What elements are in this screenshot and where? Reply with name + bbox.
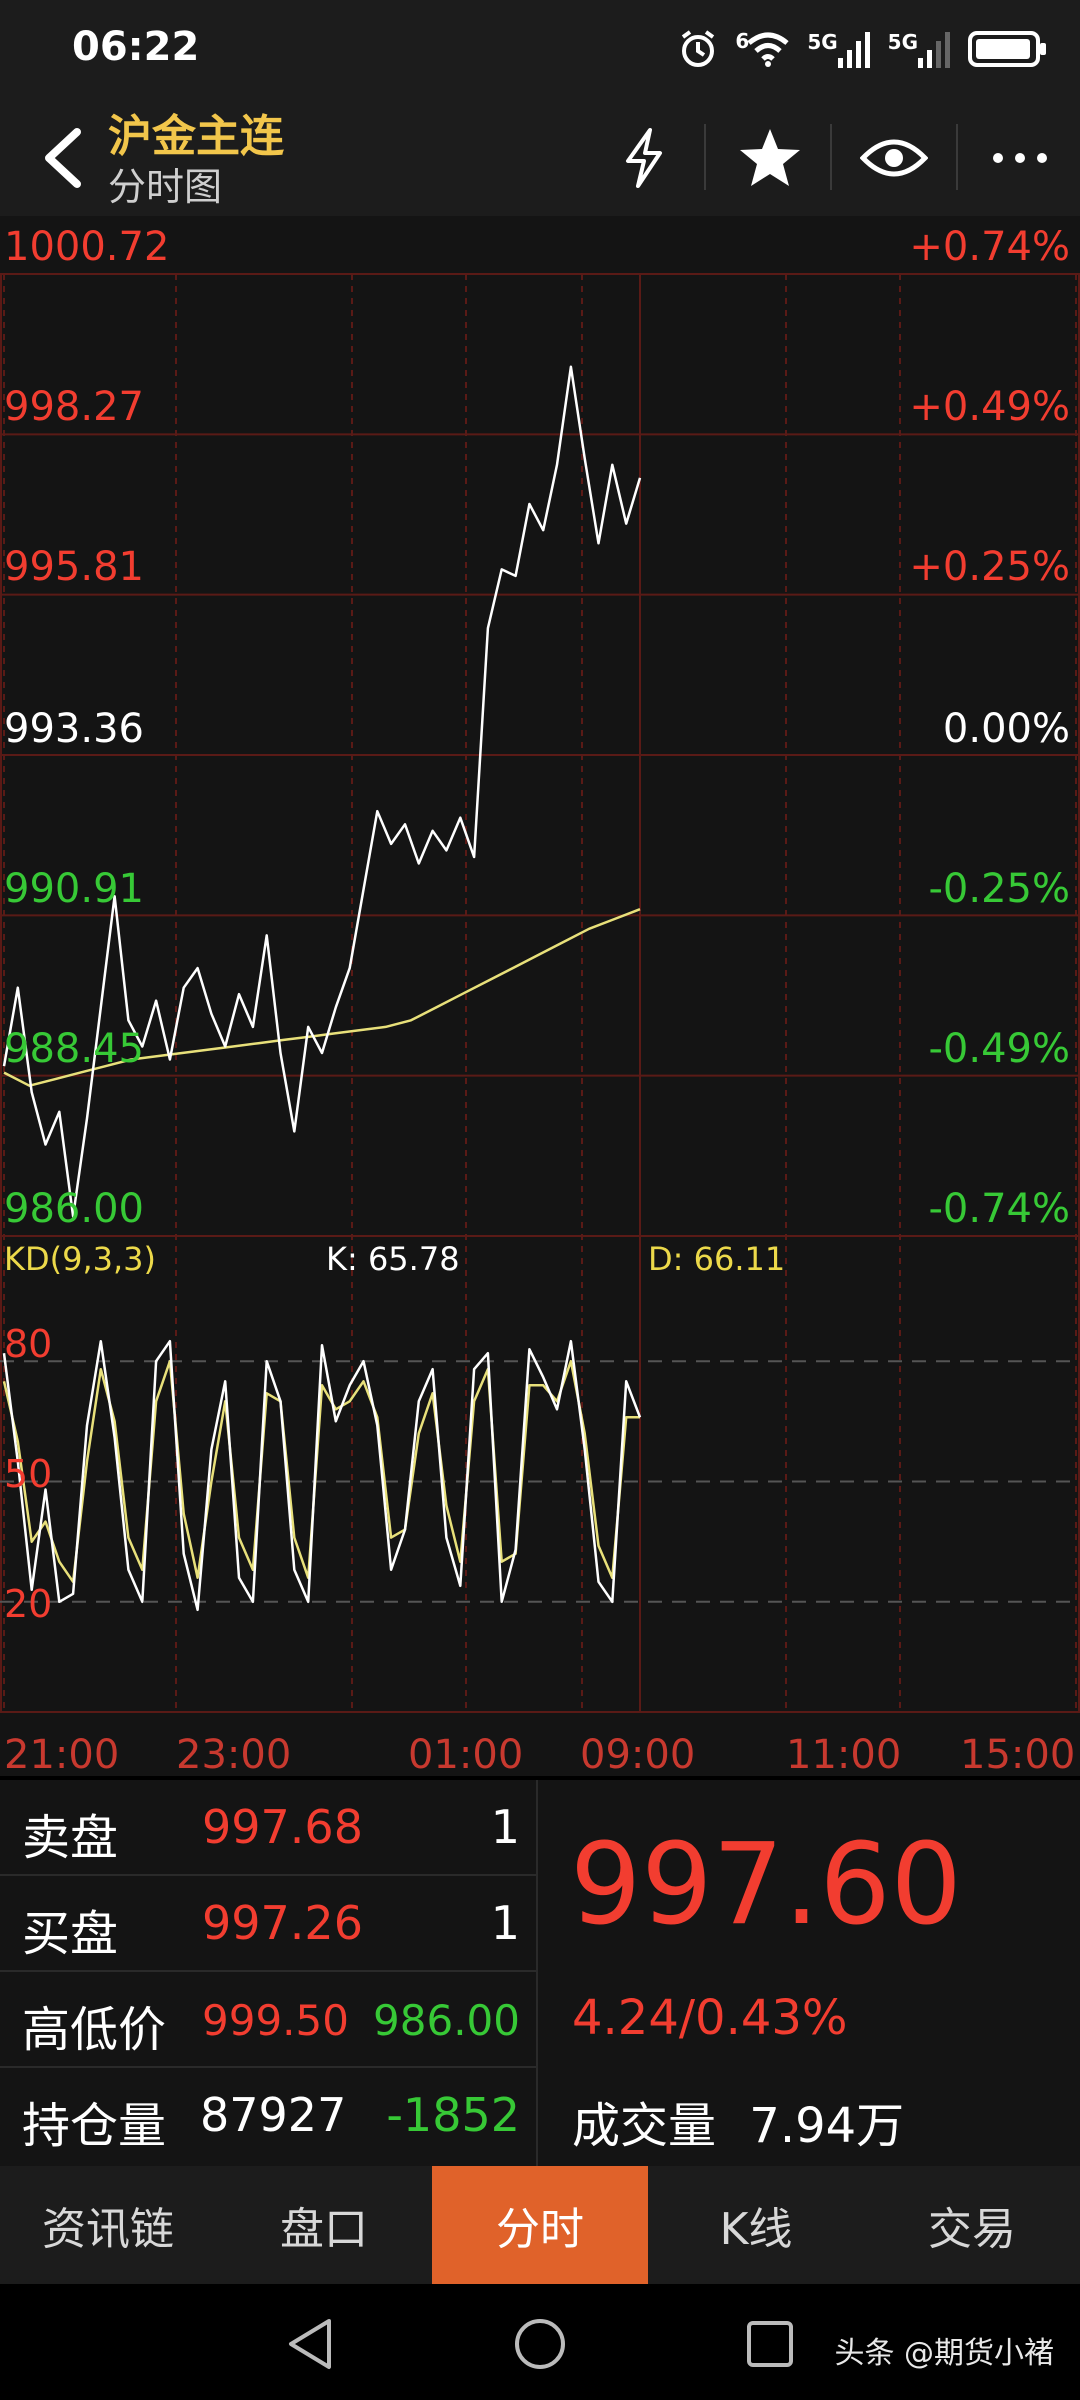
- buy-row[interactable]: 买盘 997.26 1: [0, 1876, 536, 1972]
- nav-recents-button[interactable]: [738, 2312, 802, 2376]
- watch-button[interactable]: [846, 114, 942, 202]
- cell-signal-2-label: 5G: [887, 30, 918, 54]
- sell-qty: 1: [490, 1800, 520, 1854]
- volume-label: 成交量: [572, 2098, 717, 2154]
- tab-intraday[interactable]: 分时: [432, 2166, 648, 2284]
- price-level-6: 986.00: [4, 1186, 144, 1232]
- chart-canvas[interactable]: [0, 216, 1080, 1776]
- watermark: 头条 @期货小褚: [834, 2336, 1054, 2371]
- star-icon: [740, 129, 800, 186]
- kd-title: KD(9,3,3): [4, 1240, 157, 1278]
- tab-news-chain[interactable]: 资讯链: [0, 2166, 216, 2284]
- time-label-2: 01:00: [408, 1732, 524, 1778]
- price-level-2: 995.81: [4, 544, 144, 590]
- page-title: 沪金主连: [108, 111, 284, 162]
- nav-home-button[interactable]: [508, 2312, 572, 2376]
- wifi-icon: 6: [735, 29, 791, 69]
- open-interest-label: 持仓量: [22, 2098, 167, 2154]
- triangle-back-icon: [289, 2319, 331, 2369]
- status-icons: 6 5G 5G: [677, 24, 1046, 74]
- quote-panel: 卖盘 997.68 1 买盘 997.26 1 高低价 999.50 986.0…: [0, 1780, 1080, 2166]
- cell-signal-1-label: 5G: [807, 30, 838, 54]
- sell-row[interactable]: 卖盘 997.68 1: [0, 1780, 536, 1876]
- tab-kline[interactable]: K线: [648, 2166, 864, 2284]
- open-interest-row: 持仓量 87927 -1852: [0, 2068, 536, 2164]
- sell-price: 997.68: [202, 1800, 363, 1854]
- chevron-left-icon: [45, 128, 81, 188]
- kd-tick-20: 20: [4, 1582, 53, 1626]
- pct-level-3: 0.00%: [942, 706, 1070, 752]
- battery-icon: [968, 31, 1046, 67]
- price-line: [2, 365, 642, 1218]
- pct-level-6: -0.74%: [928, 1186, 1070, 1232]
- time-label-0: 21:00: [4, 1732, 120, 1778]
- buy-price: 997.26: [202, 1896, 363, 1950]
- pct-level-1: +0.49%: [909, 384, 1070, 430]
- more-icon: [993, 153, 1047, 163]
- volume: 成交量 7.94万: [572, 2086, 904, 2156]
- lightning-button[interactable]: [596, 114, 692, 202]
- tab-order-book[interactable]: 盘口: [216, 2166, 432, 2284]
- cell-signal-1-icon: 5G: [807, 30, 871, 68]
- header-divider: [830, 124, 832, 190]
- buy-qty: 1: [490, 1896, 520, 1950]
- high-low-label: 高低价: [22, 2002, 167, 2058]
- status-time: 06:22: [72, 24, 200, 70]
- price-level-3: 993.36: [4, 706, 144, 752]
- kd-tick-50: 50: [4, 1452, 53, 1496]
- price-level-4: 990.91: [4, 866, 144, 912]
- volume-value: 7.94万: [749, 2098, 905, 2154]
- price-level-0: 1000.72: [4, 224, 170, 270]
- header-divider: [704, 124, 706, 190]
- kd-tick-80: 80: [4, 1322, 53, 1366]
- time-label-4: 11:00: [786, 1732, 902, 1778]
- intraday-chart[interactable]: 1000.72 998.27 995.81 993.36 990.91 988.…: [0, 216, 1080, 1778]
- price-change: 4.24/0.43%: [572, 1990, 848, 2046]
- tab-trade[interactable]: 交易: [864, 2166, 1080, 2284]
- k-value: K: 65.78: [326, 1240, 460, 1278]
- high-low-row: 高低价 999.50 986.00: [0, 1972, 536, 2068]
- status-bar: 06:22 6 5G 5G: [0, 0, 1080, 100]
- circle-home-icon: [515, 2319, 565, 2369]
- last-price: 997.60: [570, 1820, 962, 1950]
- alarm-icon: [682, 30, 715, 67]
- bottom-tabs: 资讯链 盘口 分时 K线 交易: [0, 2166, 1080, 2284]
- lightning-icon: [626, 128, 662, 188]
- square-recents-icon: [747, 2321, 793, 2367]
- time-label-3: 09:00: [580, 1732, 696, 1778]
- system-nav-bar: 头条 @期货小褚: [0, 2284, 1080, 2400]
- page-subtitle: 分时图: [108, 165, 223, 209]
- favorite-button[interactable]: [722, 114, 818, 202]
- price-level-5: 988.45: [4, 1026, 144, 1072]
- header-divider: [956, 124, 958, 190]
- time-label-1: 23:00: [176, 1732, 292, 1778]
- quote-divider: [536, 1780, 538, 2166]
- open-interest-value: 87927: [200, 2088, 347, 2142]
- more-button[interactable]: [972, 114, 1068, 202]
- sell-label: 卖盘: [22, 1810, 119, 1866]
- high-price: 999.50: [202, 1996, 349, 2045]
- pct-level-0: +0.74%: [909, 224, 1070, 270]
- pct-level-5: -0.49%: [928, 1026, 1070, 1072]
- d-value: D: 66.11: [648, 1240, 786, 1278]
- d-line: [2, 1359, 640, 1584]
- open-interest-change: -1852: [386, 2088, 520, 2142]
- order-book: 卖盘 997.68 1 买盘 997.26 1 高低价 999.50 986.0…: [0, 1780, 536, 2166]
- back-button[interactable]: [18, 114, 106, 202]
- time-label-5: 15:00: [960, 1732, 1076, 1778]
- chart-frame: [0, 273, 1080, 1713]
- low-price: 986.00: [373, 1996, 520, 2045]
- pct-level-2: +0.25%: [909, 544, 1070, 590]
- app-header: 沪金主连 分时图: [0, 100, 1080, 216]
- nav-back-button[interactable]: [278, 2312, 342, 2376]
- eye-icon: [860, 139, 928, 177]
- cell-signal-2-icon: 5G: [888, 30, 952, 68]
- price-level-1: 998.27: [4, 384, 144, 430]
- pct-level-4: -0.25%: [928, 866, 1070, 912]
- buy-label: 买盘: [22, 1906, 119, 1962]
